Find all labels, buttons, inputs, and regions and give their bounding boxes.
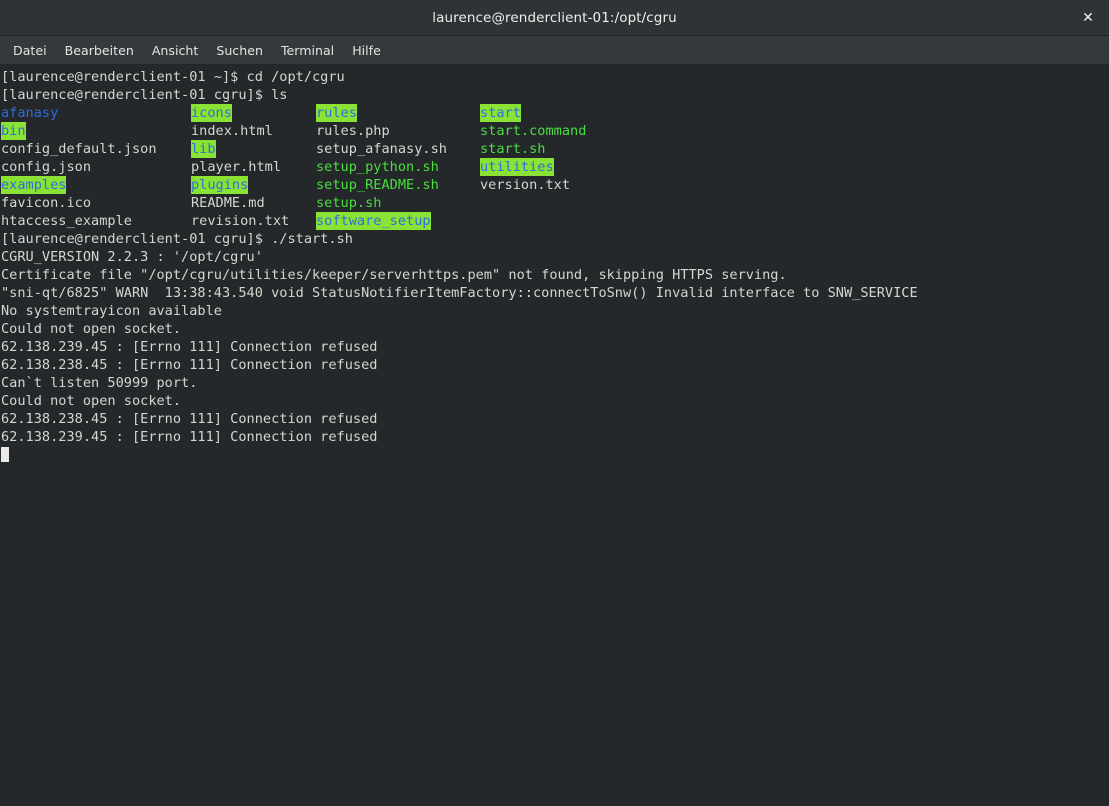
output-line: No systemtrayicon available [1, 303, 222, 319]
output-line: 62.138.238.45 : [Errno 111] Connection r… [1, 357, 378, 373]
ls-row: htaccess_example revision.txt software_set… [1, 212, 1109, 230]
menubar: Datei Bearbeiten Ansicht Suchen Terminal… [0, 36, 1109, 65]
ls-row: config_default.json lib setup_afanasy.sh st… [1, 140, 1109, 158]
prompt-line-ls: [laurence@renderclient-01 cgru]$ ls [1, 87, 288, 103]
output-line: 62.138.239.45 : [Errno 111] Connection r… [1, 429, 378, 445]
ls-entry: revision.txt [191, 213, 290, 229]
output-line: CGRU_VERSION 2.2.3 : '/opt/cgru' [1, 249, 263, 265]
menu-item-terminal[interactable]: Terminal [272, 40, 343, 61]
ls-entry: setup.sh [316, 195, 382, 211]
ls-entry: htaccess_example [1, 213, 132, 229]
ls-row: examples plugins setup_README.sh version.tx… [1, 176, 1109, 194]
ls-entry: index.html [191, 123, 273, 139]
ls-entry: examples [1, 176, 67, 194]
output-line: Can`t listen 50999 port. [1, 375, 198, 391]
output-line: Could not open socket. [1, 321, 182, 337]
ls-entry: software_setup [316, 212, 431, 230]
ls-entry: player.html [191, 159, 282, 175]
ls-entry: README.md [191, 195, 265, 211]
prompt-line-cd: [laurence@renderclient-01 ~]$ cd /opt/cg… [1, 69, 345, 85]
ls-entry: version.txt [480, 177, 571, 193]
output-line: Certificate file "/opt/cgru/utilities/ke… [1, 267, 787, 283]
ls-entry: lib [191, 140, 216, 158]
output-line: 62.138.239.45 : [Errno 111] Connection r… [1, 339, 378, 355]
ls-entry: setup_afanasy.sh [316, 141, 447, 157]
ls-row: afanasy icons rules start [1, 104, 1109, 122]
ls-entry: utilities [480, 158, 554, 176]
cursor-line [1, 446, 1109, 464]
menu-item-hilfe[interactable]: Hilfe [343, 40, 390, 61]
ls-row: config.json player.html setup_python.sh uti… [1, 158, 1109, 176]
ls-entry: icons [191, 104, 232, 122]
ls-entry: favicon.ico [1, 195, 92, 211]
terminal-output-area[interactable]: [laurence@renderclient-01 ~]$ cd /opt/cg… [0, 65, 1109, 806]
window-title: laurence@renderclient-01:/opt/cgru [432, 9, 677, 26]
text-cursor [1, 447, 9, 462]
output-line: "sni-qt/6825" WARN 13:38:43.540 void Sta… [1, 285, 918, 301]
titlebar: laurence@renderclient-01:/opt/cgru ✕ [0, 0, 1109, 36]
ls-entry: setup_README.sh [316, 177, 439, 193]
prompt-line-start: [laurence@renderclient-01 cgru]$ ./start… [1, 231, 353, 247]
ls-entry: start.sh [480, 141, 546, 157]
menu-item-bearbeiten[interactable]: Bearbeiten [56, 40, 143, 61]
output-line: 62.138.238.45 : [Errno 111] Connection r… [1, 411, 378, 427]
ls-row: favicon.ico README.md setup.sh [1, 194, 1109, 212]
ls-entry: plugins [191, 176, 249, 194]
ls-entry: afanasy [1, 105, 59, 121]
close-icon[interactable]: ✕ [1077, 7, 1099, 29]
ls-row: bin index.html rules.php start.command [1, 122, 1109, 140]
ls-entry: config.json [1, 159, 92, 175]
ls-entry: rules [316, 104, 357, 122]
menu-item-ansicht[interactable]: Ansicht [143, 40, 208, 61]
output-line: Could not open socket. [1, 393, 182, 409]
ls-entry: config_default.json [1, 141, 157, 157]
menu-item-suchen[interactable]: Suchen [207, 40, 272, 61]
menu-item-datei[interactable]: Datei [4, 40, 56, 61]
ls-entry: start [480, 104, 521, 122]
ls-entry: start.command [480, 123, 587, 139]
ls-listing: afanasy icons rules start bin index.html rules… [1, 104, 1109, 230]
terminal-window: laurence@renderclient-01:/opt/cgru ✕ Dat… [0, 0, 1109, 806]
ls-entry: rules.php [316, 123, 390, 139]
command-output: CGRU_VERSION 2.2.3 : '/opt/cgru' Certific… [1, 248, 1109, 446]
ls-entry: setup_python.sh [316, 159, 439, 175]
ls-entry: bin [1, 122, 26, 140]
